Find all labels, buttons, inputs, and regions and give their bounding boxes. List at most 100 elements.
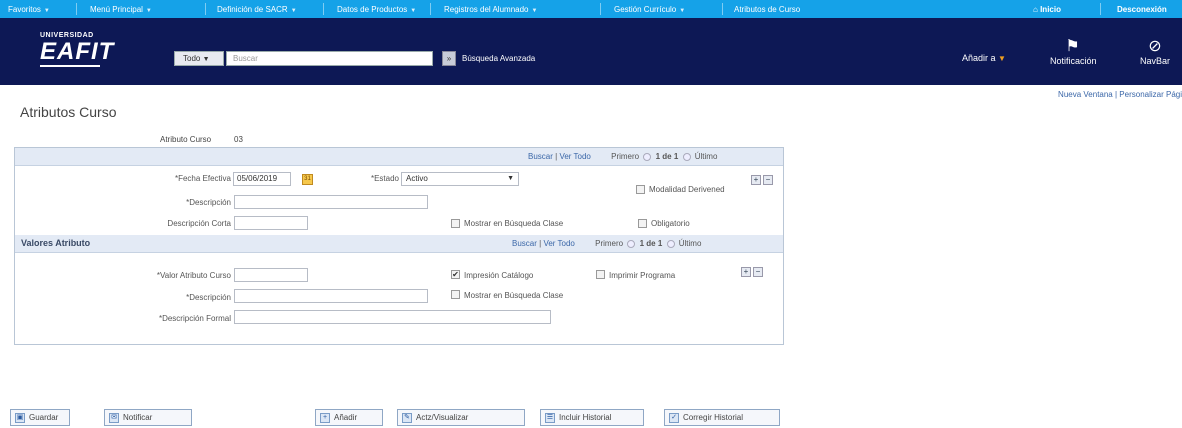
- nav-course-attributes[interactable]: Atributos de Curso: [734, 3, 800, 16]
- flag-icon: ⚑: [1065, 38, 1080, 55]
- search-input[interactable]: Buscar: [226, 51, 433, 66]
- nav-separator: [1100, 3, 1101, 15]
- value-field[interactable]: [234, 268, 308, 282]
- nav-sacr-definition[interactable]: Definición de SACR ▼: [217, 3, 297, 16]
- value-show-search-checkbox[interactable]: [451, 290, 460, 299]
- prev-icon[interactable]: [627, 239, 636, 248]
- navbar-button[interactable]: ⊘ NavBar: [1135, 38, 1175, 66]
- nav-separator: [722, 3, 723, 15]
- status-select[interactable]: Activo ▼: [401, 172, 519, 186]
- view-all-link[interactable]: Ver Todo: [559, 152, 590, 161]
- history-icon: ☰: [545, 412, 555, 423]
- descr-field[interactable]: [234, 195, 428, 209]
- effdated-header: Buscar | Ver Todo Primero 1 de 1 Último: [15, 148, 783, 166]
- nav-main-menu[interactable]: Menú Principal ▼: [90, 3, 152, 16]
- page-root: Favoritos ▼ Menú Principal ▼ Definición de…: [0, 0, 1182, 428]
- delete-value-button[interactable]: −: [753, 267, 763, 277]
- notification-button[interactable]: ⚑ Notificación: [1050, 38, 1097, 66]
- page-title: Atributos Curso: [20, 104, 117, 120]
- attribute-value: 03: [234, 135, 243, 144]
- add-icon: +: [320, 412, 330, 423]
- nav-separator: [323, 3, 324, 15]
- search-icon: »: [446, 54, 452, 63]
- nav-separator: [600, 3, 601, 15]
- nav-product-data[interactable]: Datos de Productos ▼: [337, 3, 416, 16]
- logo-line2: EAFIT: [40, 38, 115, 65]
- values-title: Valores Atributo: [21, 238, 91, 248]
- personalize-page-link[interactable]: Personalizar Pági: [1119, 90, 1182, 99]
- form-frame: Buscar | Ver Todo Primero 1 de 1 Último …: [14, 147, 784, 345]
- search-scope-select[interactable]: Todo ▼: [174, 51, 224, 66]
- header-bar: UNIVERSIDAD EAFIT Todo ▼ Buscar » Búsque…: [0, 18, 1182, 85]
- correct-history-button[interactable]: ✓ Corregir Historial: [664, 409, 780, 426]
- formal-descr-label: *Descripción Formal: [158, 314, 231, 323]
- values-nav: Buscar | Ver Todo Primero 1 de 1 Último: [512, 239, 702, 248]
- add-value-button[interactable]: +: [741, 267, 751, 277]
- add-row-button[interactable]: +: [751, 175, 761, 185]
- attribute-label: Atributo Curso: [160, 135, 212, 144]
- first-label[interactable]: Primero: [611, 152, 639, 161]
- add-to-menu[interactable]: Añadir a ▼: [962, 53, 1006, 63]
- top-navigation: Favoritos ▼ Menú Principal ▼ Definición de…: [0, 0, 1182, 18]
- catalog-label: Impresión Catálogo: [464, 271, 534, 280]
- print-program-checkbox[interactable]: [596, 270, 605, 279]
- required-checkbox[interactable]: [638, 219, 647, 228]
- save-icon: ▣: [15, 412, 25, 423]
- save-button[interactable]: ▣ Guardar: [10, 409, 70, 426]
- advanced-search-link[interactable]: Búsqueda Avanzada: [462, 52, 535, 65]
- nav-favorites[interactable]: Favoritos ▼: [8, 3, 50, 16]
- correct-icon: ✓: [669, 412, 679, 423]
- nav-student-records[interactable]: Registros del Alumnado ▼: [444, 3, 537, 16]
- page-links: Nueva Ventana | Personalizar Pági: [1058, 90, 1182, 99]
- modality-checkbox[interactable]: [636, 185, 645, 194]
- logout-link[interactable]: Desconexión: [1117, 3, 1167, 16]
- update-display-button[interactable]: ✎ Actz/Visualizar: [397, 409, 525, 426]
- status-label: *Estado: [370, 174, 399, 183]
- value-descr-label: *Descripción: [186, 293, 231, 302]
- include-history-button[interactable]: ☰ Incluir Historial: [540, 409, 644, 426]
- nav-curriculum[interactable]: Gestión Currículo ▼: [614, 3, 685, 16]
- row-count: 1 de 1: [639, 239, 663, 248]
- value-label: *Valor Atributo Curso: [156, 271, 231, 280]
- logo-underline: [40, 65, 100, 67]
- required-label: Obligatorio: [651, 219, 690, 228]
- chevron-down-icon: ▼: [507, 175, 514, 182]
- notify-button[interactable]: ✉ Notificar: [104, 409, 192, 426]
- effdate-field[interactable]: 05/06/2019: [233, 172, 291, 186]
- view-all-link[interactable]: Ver Todo: [543, 239, 574, 248]
- calendar-icon[interactable]: 31: [302, 174, 313, 185]
- new-window-link[interactable]: Nueva Ventana: [1058, 90, 1113, 99]
- prev-icon[interactable]: [643, 152, 652, 161]
- value-show-search-label: Mostrar en Búsqueda Clase: [464, 291, 564, 300]
- effdated-nav: Buscar | Ver Todo Primero 1 de 1 Último: [528, 152, 718, 161]
- effdate-label: *Fecha Efectiva: [174, 174, 231, 183]
- catalog-checkbox[interactable]: ✔: [451, 270, 460, 279]
- chevron-down-icon: ▼: [998, 54, 1006, 63]
- values-header: Valores Atributo Buscar | Ver Todo Prime…: [15, 235, 783, 253]
- search-link[interactable]: Buscar: [528, 152, 553, 161]
- last-label[interactable]: Último: [695, 152, 718, 161]
- search-link[interactable]: Buscar: [512, 239, 537, 248]
- first-label[interactable]: Primero: [595, 239, 623, 248]
- last-label[interactable]: Último: [679, 239, 702, 248]
- next-icon[interactable]: [666, 239, 675, 248]
- home-link[interactable]: ⌂ Inicio: [1033, 3, 1061, 16]
- compass-icon: ⊘: [1148, 38, 1162, 55]
- nav-separator: [76, 3, 77, 15]
- show-search-checkbox[interactable]: [451, 219, 460, 228]
- next-icon[interactable]: [682, 152, 691, 161]
- descr-label: *Descripción: [186, 198, 231, 207]
- home-icon: ⌂: [1033, 5, 1038, 14]
- modality-label: Modalidad Derivened: [649, 185, 725, 194]
- add-button[interactable]: + Añadir: [315, 409, 383, 426]
- delete-row-button[interactable]: −: [763, 175, 773, 185]
- notify-icon: ✉: [109, 412, 119, 423]
- formal-descr-field[interactable]: [234, 310, 551, 324]
- value-descr-field[interactable]: [234, 289, 428, 303]
- short-descr-field[interactable]: [234, 216, 308, 230]
- nav-separator: [430, 3, 431, 15]
- short-descr-label: Descripción Corta: [167, 219, 231, 228]
- print-program-label: Imprimir Programa: [609, 271, 676, 280]
- update-icon: ✎: [402, 412, 412, 423]
- search-button[interactable]: »: [442, 51, 456, 66]
